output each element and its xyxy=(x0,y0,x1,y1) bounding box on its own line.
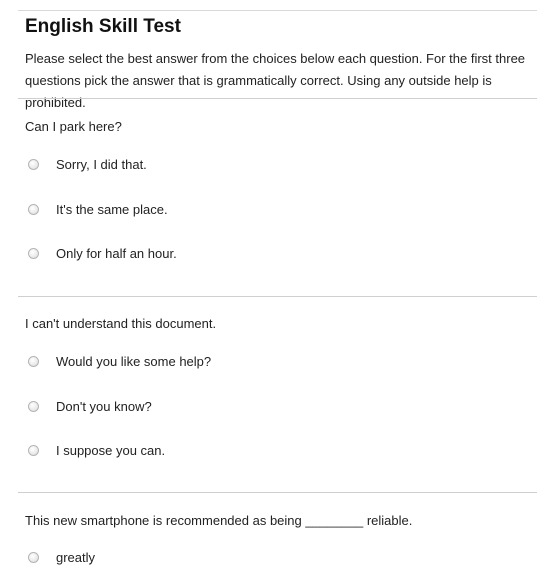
question-prompt: I can't understand this document. xyxy=(25,316,217,331)
radio-button[interactable] xyxy=(28,551,39,563)
answer-label: Don't you know? xyxy=(56,398,152,414)
answer-label: greatly xyxy=(56,549,96,565)
radio-button[interactable] xyxy=(28,203,39,215)
radio-button[interactable] xyxy=(28,247,39,259)
answer-label: I suppose you can. xyxy=(56,442,166,458)
answer-label: Would you like some help? xyxy=(56,353,212,369)
answer-option[interactable]: Sorry, I did that. xyxy=(28,155,147,173)
top-divider xyxy=(18,10,537,11)
radio-button[interactable] xyxy=(28,400,39,412)
instructions-text: Please select the best answer from the c… xyxy=(25,51,526,110)
answer-option[interactable]: It's the same place. xyxy=(28,200,168,218)
radio-button[interactable] xyxy=(28,158,39,170)
question-divider xyxy=(18,296,537,297)
answer-label: Only for half an hour. xyxy=(56,245,177,261)
answer-option[interactable]: Would you like some help? xyxy=(28,352,211,370)
question-divider xyxy=(18,492,537,493)
answer-label: It's the same place. xyxy=(56,201,168,217)
answer-option[interactable]: Only for half an hour. xyxy=(28,244,177,262)
section-divider xyxy=(18,98,537,99)
answer-option[interactable]: greatly xyxy=(28,548,95,566)
answer-option[interactable]: I suppose you can. xyxy=(28,441,165,459)
page-title: English Skill Test xyxy=(25,16,181,37)
question-prompt: Can I park here? xyxy=(25,119,122,134)
radio-button[interactable] xyxy=(28,444,39,456)
question-prompt: This new smartphone is recommended as be… xyxy=(25,513,413,528)
test-header: English Skill Test Please select the bes… xyxy=(25,16,537,114)
answer-option[interactable]: Don't you know? xyxy=(28,397,152,415)
radio-button[interactable] xyxy=(28,355,39,367)
skill-test-page: English Skill Test Please select the bes… xyxy=(0,0,537,569)
answer-label: Sorry, I did that. xyxy=(56,156,147,172)
